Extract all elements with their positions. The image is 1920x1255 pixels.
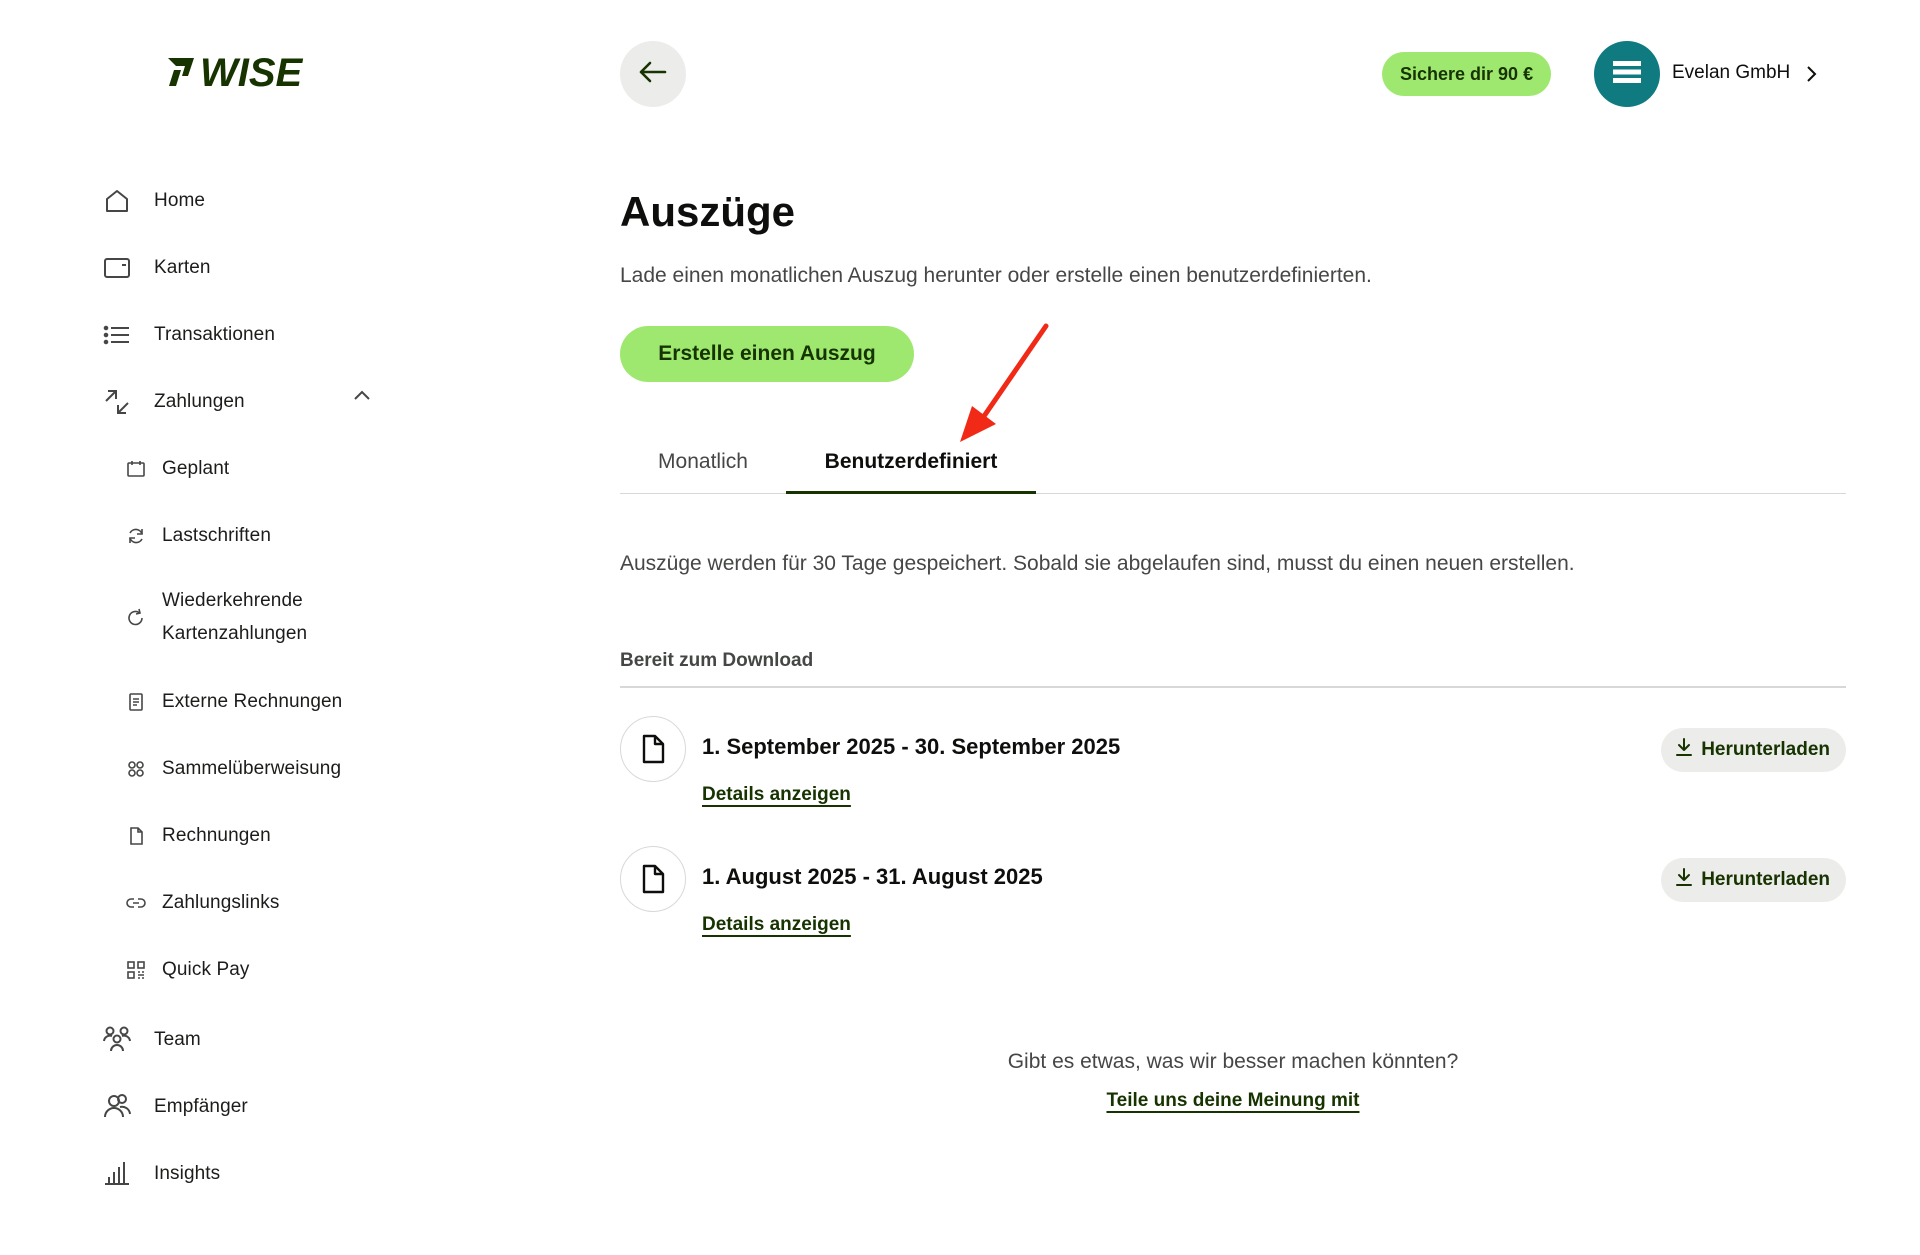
sidebar-item-label: Lastschriften bbox=[162, 525, 272, 546]
chevron-up-icon[interactable] bbox=[352, 388, 372, 407]
sidebar-item-label: Transaktionen bbox=[154, 324, 275, 345]
sidebar-subitem-rechnungen[interactable]: Rechnungen bbox=[124, 824, 424, 848]
sidebar-item-transaktionen[interactable]: Transaktionen bbox=[102, 320, 422, 350]
page-title: Auszüge bbox=[620, 188, 796, 235]
sidebar-item-insights[interactable]: Insights bbox=[102, 1157, 422, 1187]
link-icon bbox=[124, 891, 148, 915]
statement-period: 1. September 2025 - 30. September 2025 bbox=[702, 734, 1121, 759]
sidebar-item-label: Externe Rechnungen bbox=[162, 691, 343, 712]
chevron-right-icon[interactable] bbox=[1804, 64, 1818, 89]
sidebar-subitem-sammelueberweisung[interactable]: Sammelüberweisung bbox=[124, 757, 424, 781]
refresh-icon bbox=[124, 524, 148, 548]
list-icon bbox=[102, 320, 132, 350]
retention-info: Auszüge werden für 30 Tage gespeichert. … bbox=[620, 552, 1575, 575]
tab-monthly[interactable]: Monatlich bbox=[620, 440, 786, 494]
sidebar-item-label: Karten bbox=[154, 257, 211, 278]
sidebar-item-label: Wiederkehrende bbox=[162, 590, 303, 611]
sidebar-subitem-quick-pay[interactable]: Quick Pay bbox=[124, 958, 424, 982]
annotation-arrow bbox=[950, 320, 1060, 455]
sidebar-item-label: Team bbox=[154, 1029, 201, 1050]
document-icon bbox=[124, 824, 148, 848]
card-icon bbox=[102, 253, 132, 283]
download-button[interactable]: Herunterladen bbox=[1661, 858, 1846, 902]
transfer-icon bbox=[102, 387, 132, 417]
download-label: Herunterladen bbox=[1701, 869, 1830, 890]
feedback-link-wrapper: Teile uns deine Meinung mit bbox=[620, 1090, 1846, 1112]
sidebar-subitem-lastschriften[interactable]: Lastschriften bbox=[124, 524, 424, 548]
sidebar-item-label: Sammelüberweisung bbox=[162, 758, 342, 779]
download-icon bbox=[1675, 737, 1693, 763]
download-icon bbox=[1675, 867, 1693, 893]
statement-row: 1. August 2025 - 31. August 2025 Details… bbox=[620, 846, 1846, 956]
sidebar-subitem-wiederkehrende[interactable]: Wiederkehrende Kartenzahlungen bbox=[124, 590, 424, 646]
tab-custom[interactable]: Benutzerdefiniert bbox=[786, 440, 1036, 494]
sidebar-item-label: Quick Pay bbox=[162, 959, 250, 980]
sidebar-item-label: Insights bbox=[154, 1163, 221, 1184]
home-icon bbox=[102, 186, 132, 216]
sidebar-item-label: Home bbox=[154, 190, 206, 211]
sidebar-item-home[interactable]: Home bbox=[102, 186, 422, 216]
sidebar-subitem-externe-rechnungen[interactable]: Externe Rechnungen bbox=[124, 690, 424, 714]
feedback-question: Gibt es etwas, was wir besser machen kön… bbox=[1007, 1050, 1459, 1073]
sidebar-item-label: Zahlungen bbox=[154, 391, 245, 412]
statement-tabs: Monatlich Benutzerdefiniert bbox=[620, 440, 1846, 494]
back-button[interactable] bbox=[620, 41, 686, 107]
sidebar-item-team[interactable]: Team bbox=[102, 1024, 422, 1054]
statement-row: 1. September 2025 - 30. September 2025 D… bbox=[620, 716, 1846, 826]
document-icon bbox=[620, 846, 686, 912]
sidebar-item-label-line2: Kartenzahlungen bbox=[162, 623, 308, 644]
sidebar-item-empfaenger[interactable]: Empfänger bbox=[102, 1091, 422, 1121]
document-icon bbox=[620, 716, 686, 782]
qr-icon bbox=[124, 958, 148, 982]
download-button[interactable]: Herunterladen bbox=[1661, 728, 1846, 772]
receipt-icon bbox=[124, 690, 148, 714]
calendar-icon bbox=[124, 457, 148, 481]
sidebar-item-label: Zahlungslinks bbox=[162, 892, 280, 913]
sidebar-item-karten[interactable]: Karten bbox=[102, 253, 422, 283]
sidebar-subitem-geplant[interactable]: Geplant bbox=[124, 457, 424, 481]
avatar[interactable] bbox=[1594, 41, 1660, 107]
chart-icon bbox=[102, 1157, 132, 1187]
details-link[interactable]: Details anzeigen bbox=[702, 784, 851, 806]
divider bbox=[620, 686, 1846, 688]
download-label: Herunterladen bbox=[1701, 739, 1830, 760]
statement-period: 1. August 2025 - 31. August 2025 bbox=[702, 864, 1043, 889]
batch-icon bbox=[124, 757, 148, 781]
wise-logo[interactable]: WISE bbox=[166, 50, 326, 99]
page-subtitle: Lade einen monatlichen Auszug herunter o… bbox=[620, 264, 1372, 287]
recipients-icon bbox=[102, 1091, 132, 1121]
details-link[interactable]: Details anzeigen bbox=[702, 914, 851, 936]
sidebar-item-label: Geplant bbox=[162, 458, 230, 479]
team-icon bbox=[102, 1024, 132, 1054]
arrow-left-icon bbox=[638, 60, 668, 89]
section-heading: Bereit zum Download bbox=[620, 650, 814, 671]
create-statement-button[interactable]: Erstelle einen Auszug bbox=[620, 326, 914, 382]
feedback-link[interactable]: Teile uns deine Meinung mit bbox=[1106, 1090, 1359, 1111]
recurring-icon bbox=[124, 606, 148, 630]
sidebar-item-label: Empfänger bbox=[154, 1096, 248, 1117]
svg-text:WISE: WISE bbox=[200, 51, 304, 94]
sidebar-subitem-zahlungslinks[interactable]: Zahlungslinks bbox=[124, 891, 424, 915]
account-name[interactable]: Evelan GmbH bbox=[1672, 62, 1790, 84]
sidebar-item-zahlungen[interactable]: Zahlungen bbox=[102, 387, 382, 417]
menu-icon bbox=[1613, 60, 1641, 89]
promo-badge[interactable]: Sichere dir 90 € bbox=[1382, 52, 1552, 96]
sidebar-item-label: Rechnungen bbox=[162, 825, 271, 846]
